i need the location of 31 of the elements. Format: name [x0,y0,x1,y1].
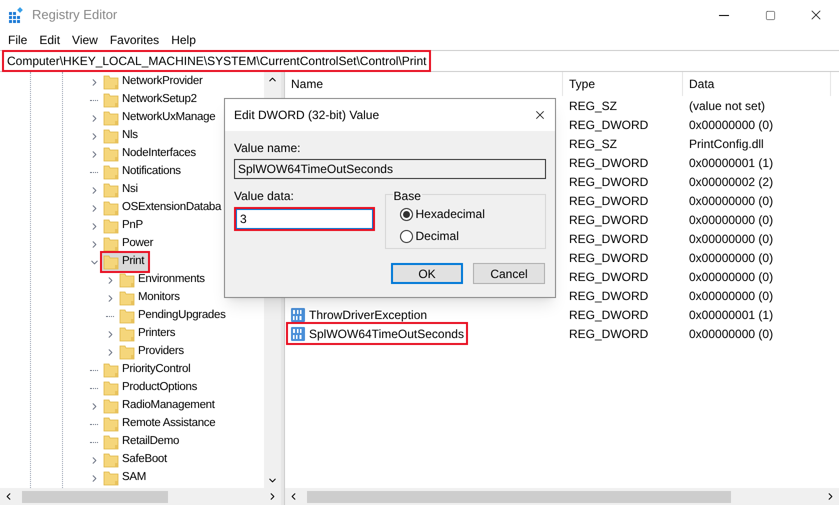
value-type: REG_DWORD [568,306,650,324]
value-type: REG_DWORD [568,192,650,210]
value-data: PrintConfig.dll [688,136,765,152]
value-data: 0x00000001 (1) [688,306,774,324]
window-title: Registry Editor [32,6,118,24]
value-type: REG_DWORD [568,288,650,304]
value-data: 0x00000000 (0) [688,326,774,342]
field-label: Value data: [234,188,295,205]
value-data: (value not set) [688,98,766,114]
value-type: REG_DWORD [568,116,650,134]
value-type: REG_DWORD [568,250,650,266]
value-type: REG_DWORD [568,268,650,286]
value-data: 0x00000000 (0) [688,288,774,304]
value-data: 0x00000000 (0) [688,230,774,248]
value-data: 0x00000000 (0) [688,268,774,286]
value-name-field: SplWOW64TimeOutSeconds [234,159,546,179]
value-data: 0x00000000 (0) [688,192,774,210]
value-data: 0x00000002 (2) [688,174,774,190]
value-data: 0x00000000 (0) [688,212,774,228]
value-data: 0x00000001 (1) [688,154,774,172]
field-label: Value name: [234,140,302,157]
value-type: REG_SZ [568,136,618,152]
value-data: 0x00000000 (0) [688,116,774,134]
value-type: REG_DWORD [568,154,650,172]
value-type: REG_SZ [568,98,618,114]
value-type: REG_DWORD [568,326,650,342]
value-type: REG_DWORD [568,230,650,248]
value-data: 0x00000000 (0) [688,250,774,266]
dialog-title: Edit DWORD (32-bit) Value [234,107,380,124]
value-type: REG_DWORD [568,174,650,190]
value-type: REG_DWORD [568,212,650,228]
